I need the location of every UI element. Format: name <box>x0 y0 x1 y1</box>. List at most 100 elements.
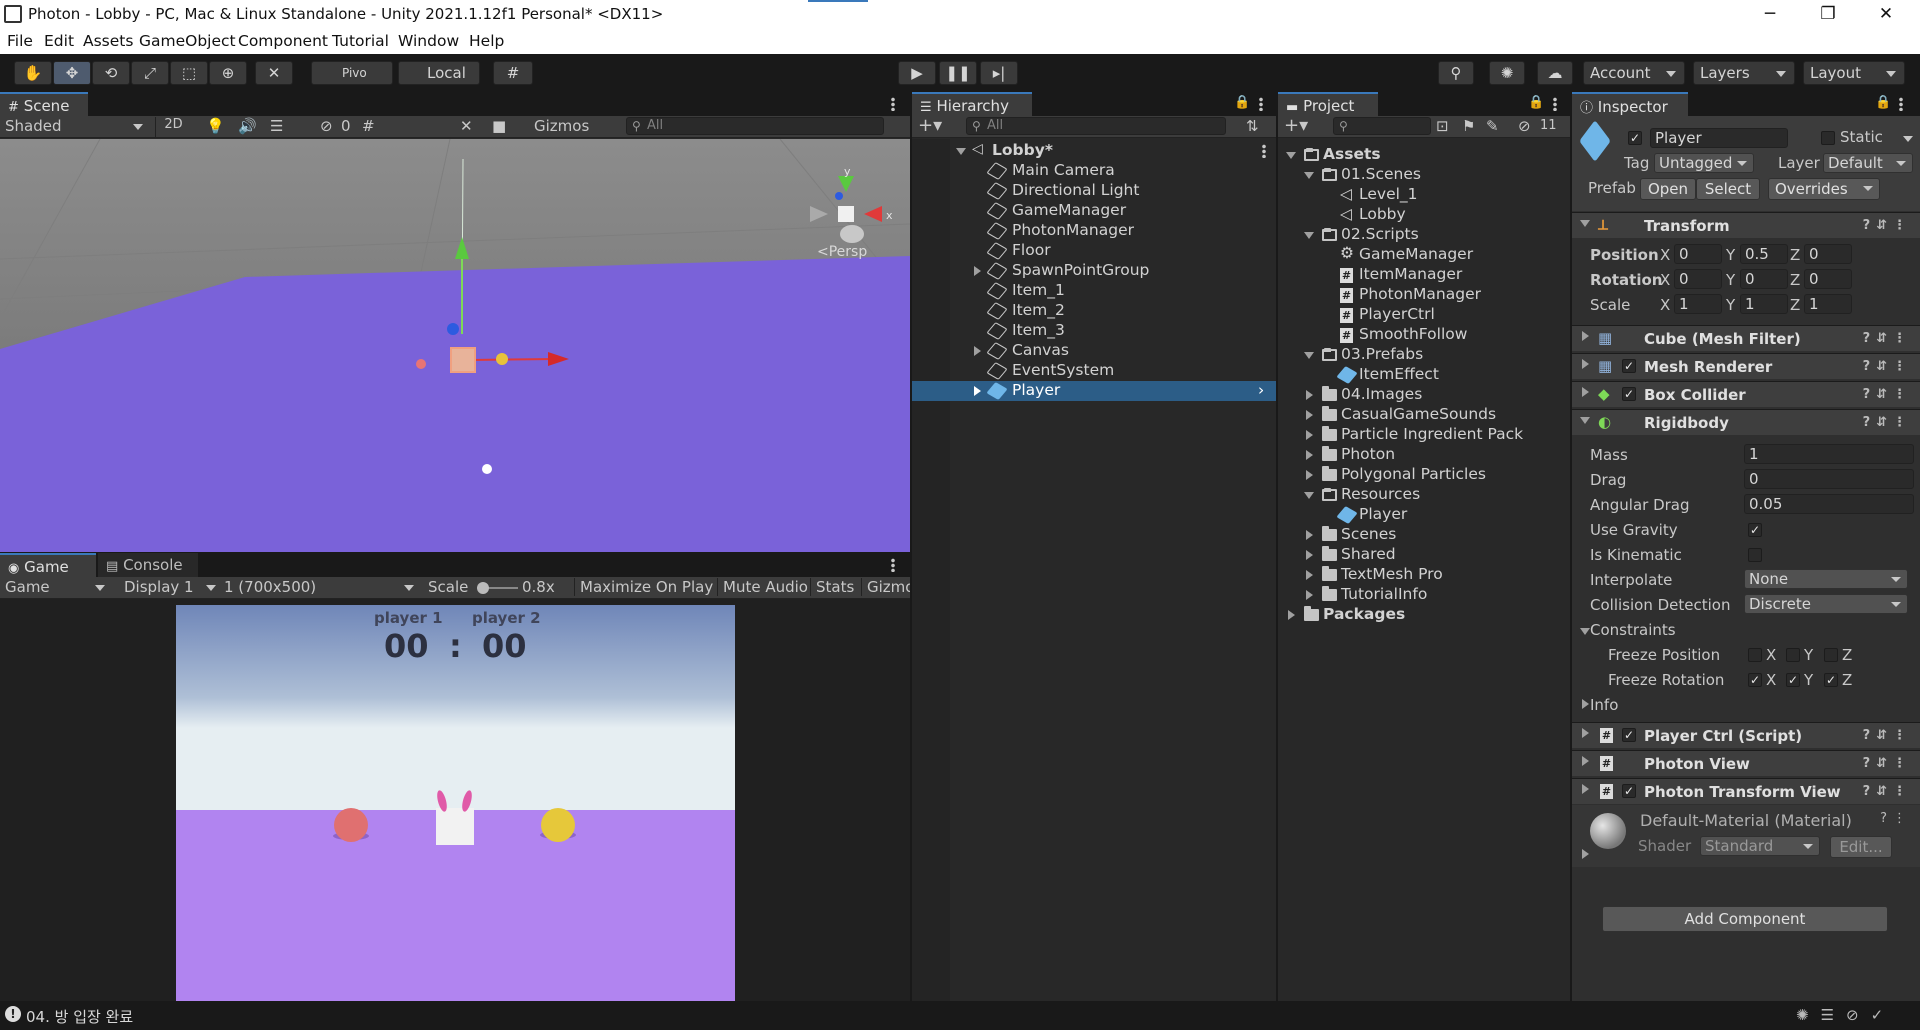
expand-arrow-icon[interactable] <box>1288 610 1295 620</box>
freeze-rotation-y-checkbox[interactable]: ✓ <box>1786 673 1800 687</box>
menu-assets[interactable]: Assets <box>83 32 133 50</box>
expand-arrow-icon[interactable] <box>974 266 981 276</box>
project-item[interactable]: # SmoothFollow <box>1278 325 1570 345</box>
interpolate-dropdown[interactable]: None <box>1744 569 1908 589</box>
photon-view-foldout-icon[interactable] <box>1582 756 1589 766</box>
project-item[interactable]: 01.Scenes <box>1278 165 1570 185</box>
active-checkbox[interactable]: ✓ <box>1628 131 1642 145</box>
axis-x-label[interactable]: X <box>1660 271 1670 289</box>
mesh-renderer-header-icons[interactable]: ?⇵⋮ <box>1863 359 1912 374</box>
restore-button[interactable]: ❐ <box>1800 0 1856 29</box>
expand-arrow-icon[interactable] <box>1306 390 1313 400</box>
tag-dropdown[interactable]: Untagged <box>1654 153 1754 173</box>
menu-gameobject[interactable]: GameObject <box>139 32 236 50</box>
project-lock-icon[interactable]: 🔒 <box>1528 95 1544 110</box>
expand-arrow-icon[interactable] <box>1306 470 1313 480</box>
project-item[interactable]: 04.Images <box>1278 385 1570 405</box>
mode-2d-toggle[interactable]: 2D <box>155 117 191 137</box>
local-toggle[interactable]: Local <box>398 61 480 85</box>
mesh-renderer-header[interactable]: ▦ ✓ Mesh Renderer ?⇵⋮ <box>1572 353 1920 379</box>
prefab-select-button[interactable]: Select <box>1696 178 1760 200</box>
add-component-button[interactable]: Add Component <box>1602 906 1888 932</box>
freeze-position-x-checkbox[interactable] <box>1748 648 1762 662</box>
hierarchy-item[interactable]: Item_1 <box>912 281 1276 301</box>
box-collider-header-icons[interactable]: ?⇵⋮ <box>1863 387 1912 402</box>
axis-z-label[interactable]: Z <box>1790 246 1800 264</box>
project-hidden-icon[interactable]: ⊘ <box>1518 117 1531 135</box>
inspector-menu-icon[interactable] <box>1899 97 1903 111</box>
is-kinematic-checkbox[interactable] <box>1748 548 1762 562</box>
prefab-open-button[interactable]: Open <box>1640 178 1696 200</box>
transform-tool-icon[interactable]: ⊕ <box>209 61 247 85</box>
hierarchy-item[interactable]: SpawnPointGroup <box>912 261 1276 281</box>
drag-field[interactable]: 0 <box>1744 469 1914 489</box>
shading-dropdown[interactable]: Shaded <box>5 117 145 135</box>
box-collider-checkbox[interactable]: ✓ <box>1622 387 1636 401</box>
project-add-icon[interactable]: +▾ <box>1284 115 1308 136</box>
display-dropdown[interactable]: Display 1 <box>124 578 214 596</box>
hierarchy-search-input[interactable]: All <box>966 117 1226 135</box>
filter-type-icon[interactable]: ⊡ <box>1436 117 1449 135</box>
favorites-icon[interactable]: ✎ <box>1486 117 1499 135</box>
project-item[interactable]: TextMesh Pro <box>1278 565 1570 585</box>
menu-component[interactable]: Component <box>238 32 328 50</box>
mesh-renderer-checkbox[interactable]: ✓ <box>1622 359 1636 373</box>
mesh-renderer-foldout-icon[interactable] <box>1582 359 1589 369</box>
transform-foldout-icon[interactable] <box>1580 220 1590 227</box>
layer-dropdown[interactable]: Default <box>1823 153 1913 173</box>
filter-label-icon[interactable]: ⚑ <box>1462 117 1475 135</box>
freeze-rotation-x-checkbox[interactable]: ✓ <box>1748 673 1762 687</box>
rigidbody-foldout-icon[interactable] <box>1580 417 1590 424</box>
project-item[interactable]: ◁ Lobby <box>1278 205 1570 225</box>
project-item[interactable]: Resources <box>1278 485 1570 505</box>
use-gravity-checkbox[interactable]: ✓ <box>1748 523 1762 537</box>
camera-icon[interactable]: ■ <box>492 117 506 135</box>
scl-x-field[interactable]: 1 <box>1674 294 1722 314</box>
hierarchy-item[interactable]: PhotonManager <box>912 221 1276 241</box>
axis-z-label[interactable]: Z <box>1790 296 1800 314</box>
status-icons[interactable]: ✺☰⊘✓ <box>1796 1006 1895 1024</box>
menu-help[interactable]: Help <box>469 32 504 50</box>
project-item[interactable]: # ItemManager <box>1278 265 1570 285</box>
photon-transform-view-checkbox[interactable]: ✓ <box>1622 784 1636 798</box>
hierarchy-item[interactable]: EventSystem <box>912 361 1276 381</box>
hierarchy-menu-icon[interactable] <box>1259 97 1263 111</box>
step-button[interactable]: ▸| <box>980 61 1018 85</box>
move-tool-icon[interactable]: ✥ <box>53 61 91 85</box>
component-header-icons[interactable]: ?⇵⋮ <box>1863 218 1912 233</box>
scale-tool-icon[interactable]: ⤢ <box>131 61 169 85</box>
menu-file[interactable]: File <box>7 32 33 50</box>
photon-transform-view-header[interactable]: # ✓ Photon Transform View ?⇵⋮ <box>1572 778 1920 804</box>
hidden-objects-icon[interactable]: ⊘ <box>320 117 333 135</box>
expand-arrow-icon[interactable] <box>1306 530 1313 540</box>
services-icon[interactable]: ✺ <box>1489 61 1525 85</box>
scene-menu-icon[interactable] <box>891 97 895 111</box>
photon-view-header[interactable]: # Photon View ?⇵⋮ <box>1572 750 1920 776</box>
expand-arrow-icon[interactable] <box>1306 570 1313 580</box>
expand-arrow-icon[interactable] <box>974 386 981 396</box>
mute-audio-toggle[interactable]: Mute Audio <box>717 578 808 596</box>
project-item[interactable]: 03.Prefabs <box>1278 345 1570 365</box>
mesh-filter-foldout-icon[interactable] <box>1582 331 1589 341</box>
expand-arrow-icon[interactable] <box>974 346 981 356</box>
tab-game[interactable]: ◉ Game <box>0 553 96 577</box>
project-item[interactable]: ◁ Level_1 <box>1278 185 1570 205</box>
photon-view-header-icons[interactable]: ?⇵⋮ <box>1863 756 1912 771</box>
tools-icon[interactable]: ✕ <box>460 117 473 135</box>
minimize-button[interactable]: ─ <box>1742 0 1798 29</box>
hierarchy-item[interactable]: GameManager <box>912 201 1276 221</box>
prefab-overrides-dropdown[interactable]: Overrides <box>1768 178 1880 200</box>
collision-detection-dropdown[interactable]: Discrete <box>1744 594 1908 614</box>
sort-icon[interactable]: ⇅ <box>1246 117 1259 135</box>
hierarchy-item[interactable]: Item_2 <box>912 301 1276 321</box>
axis-x-label[interactable]: X <box>1660 296 1670 314</box>
game-viewport[interactable]: player 1 player 2 00 : 00 <box>176 605 735 1001</box>
expand-arrow-icon[interactable] <box>1306 450 1313 460</box>
gizmos-dropdown[interactable]: Gizmos <box>534 117 616 135</box>
stats-toggle[interactable]: Stats <box>810 578 854 596</box>
project-item[interactable]: ItemEffect <box>1278 365 1570 385</box>
expand-arrow-icon[interactable] <box>1304 352 1314 359</box>
project-item[interactable]: 02.Scripts <box>1278 225 1570 245</box>
freeze-position-z-checkbox[interactable] <box>1824 648 1838 662</box>
menu-edit[interactable]: Edit <box>44 32 74 50</box>
